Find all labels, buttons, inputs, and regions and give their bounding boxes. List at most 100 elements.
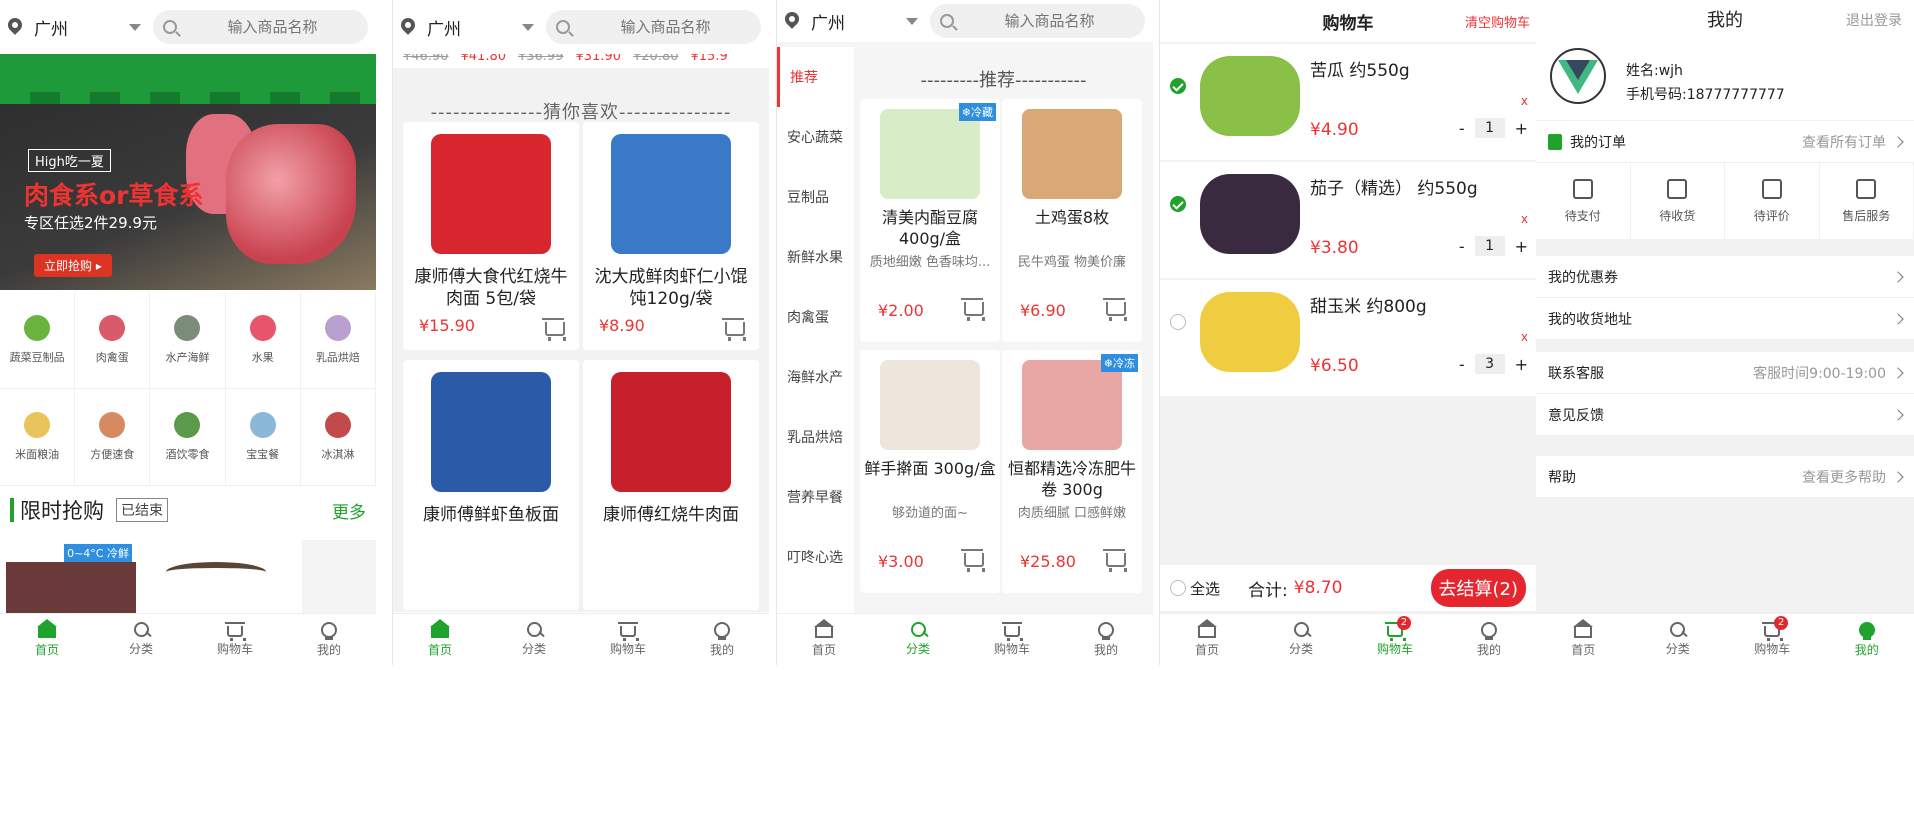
product-card[interactable]: ❄冷藏 清美内酯豆腐400g/盒 质地细嫩 色香味均... ¥2.00 <box>860 99 1000 342</box>
product-card[interactable]: 康师傅红烧牛肉面 <box>583 360 759 610</box>
search-input[interactable] <box>177 18 368 36</box>
search-input[interactable] <box>570 18 761 36</box>
product-card[interactable]: 康师傅大食代红烧牛肉面 5包/袋 ¥15.90 <box>403 122 579 350</box>
quantity-value[interactable]: 1 <box>1474 118 1505 138</box>
product-name: 沈大成鲜肉虾仁小馄饨120g/袋 <box>594 267 748 309</box>
tab-home[interactable]: 首页 <box>1160 614 1254 665</box>
banner-subline: 专区任选2件29.9元 <box>24 214 157 232</box>
product-card[interactable]: 土鸡蛋8枚 民牛鸡蛋 物美价廉 ¥6.90 <box>1002 99 1142 342</box>
tab-mine[interactable]: 我的 <box>675 614 769 665</box>
tab-mine[interactable]: 我的 <box>282 614 376 665</box>
category-item[interactable]: 冰淇淋 <box>300 389 376 486</box>
coupons-row[interactable]: 我的优惠券 <box>1536 256 1914 298</box>
product-card[interactable]: ❄冷冻 恒都精选冷冻肥牛卷 300g 肉质细腻 口感鲜嫩 ¥25.80 <box>1002 350 1142 593</box>
category-item[interactable]: 水果 <box>225 292 301 389</box>
tab-cart[interactable]: 购物车 <box>581 614 675 665</box>
tab-home[interactable]: 首页 <box>0 614 94 665</box>
add-to-cart-button[interactable] <box>722 318 746 341</box>
category-item[interactable]: 宝宝餐 <box>225 389 301 486</box>
add-to-cart-button[interactable] <box>542 318 566 341</box>
sidebar-item[interactable]: 新鲜水果 <box>777 227 854 287</box>
tab-category[interactable]: 分类 <box>871 614 965 665</box>
tab-category[interactable]: 分类 <box>1631 614 1726 665</box>
tab-cart[interactable]: 购物车 <box>188 614 282 665</box>
tab-mine[interactable]: 我的 <box>1442 614 1536 665</box>
address-row[interactable]: 我的收货地址 <box>1536 298 1914 340</box>
add-to-cart-button[interactable] <box>961 298 985 321</box>
flash-item-pork[interactable]: 0~4°C 冷鲜 <box>6 540 136 613</box>
product-card[interactable]: 沈大成鲜肉虾仁小馄饨120g/袋 ¥8.90 <box>583 122 759 350</box>
order-status-item[interactable]: 售后服务 <box>1820 163 1914 239</box>
logout-button[interactable]: 退出登录 <box>1846 10 1902 30</box>
tab-cart[interactable]: 2 购物车 <box>1725 614 1820 665</box>
search-bar[interactable] <box>930 4 1145 38</box>
tab-home[interactable]: 首页 <box>393 614 487 665</box>
order-status-item[interactable]: 待支付 <box>1536 163 1631 239</box>
increment-button[interactable]: + <box>1515 119 1528 138</box>
flash-item-eel[interactable] <box>160 540 270 613</box>
quantity-value[interactable]: 1 <box>1474 236 1505 256</box>
decrement-button[interactable]: - <box>1459 119 1465 138</box>
add-to-cart-button[interactable] <box>1103 298 1127 321</box>
tab-category[interactable]: 分类 <box>94 614 188 665</box>
product-card[interactable]: 鲜手擀面 300g/盒 够劲道的面~ ¥3.00 <box>860 350 1000 593</box>
order-status-item[interactable]: 待收货 <box>1631 163 1725 239</box>
order-status-item[interactable]: 待评价 <box>1725 163 1820 239</box>
location-selector[interactable]: 广州 <box>8 15 153 40</box>
decrement-button[interactable]: - <box>1459 355 1465 374</box>
sidebar-item[interactable]: 乳品烘焙 <box>777 407 854 467</box>
tab-category[interactable]: 分类 <box>1254 614 1348 665</box>
tab-cart[interactable]: 2 购物车 <box>1348 614 1442 665</box>
item-checkbox[interactable] <box>1170 314 1186 330</box>
increment-button[interactable]: + <box>1515 355 1528 374</box>
tab-mine[interactable]: 我的 <box>1820 614 1914 665</box>
decrement-button[interactable]: - <box>1459 237 1465 256</box>
location-selector[interactable]: 广州 <box>785 9 930 34</box>
tab-home[interactable]: 首页 <box>777 614 871 665</box>
location-selector[interactable]: 广州 <box>401 15 546 40</box>
feedback-row[interactable]: 意见反馈 <box>1536 394 1914 436</box>
banner-buy-button[interactable]: 立即抢购 ▸ <box>34 254 112 277</box>
checkout-button[interactable]: 去结算(2) <box>1430 569 1526 607</box>
category-item[interactable]: 方便速食 <box>75 389 151 486</box>
clear-cart-button[interactable]: 清空购物车 <box>1465 12 1530 31</box>
item-checkbox[interactable] <box>1170 78 1186 94</box>
search-bar[interactable] <box>153 10 368 44</box>
add-to-cart-button[interactable] <box>1103 549 1127 572</box>
remove-item-button[interactable]: x <box>1521 212 1528 226</box>
more-link[interactable]: 更多 <box>332 498 366 523</box>
search-input[interactable] <box>954 12 1145 30</box>
service-row[interactable]: 联系客服 客服时间9:00-19:00 <box>1536 352 1914 394</box>
my-orders-row[interactable]: 我的订单 查看所有订单 <box>1536 121 1914 163</box>
promo-banner[interactable]: High吃一夏 肉食系or草食系 专区任选2件29.9元 立即抢购 ▸ <box>0 54 376 290</box>
category-item[interactable]: 水产海鲜 <box>150 292 226 389</box>
category-item[interactable]: 乳品烘焙 <box>300 292 376 389</box>
remove-item-button[interactable]: x <box>1521 94 1528 108</box>
category-item[interactable]: 肉禽蛋 <box>75 292 151 389</box>
category-item[interactable]: 米面粮油 <box>0 389 76 486</box>
sidebar-item[interactable]: 肉禽蛋 <box>777 287 854 347</box>
sidebar-item[interactable]: 安心蔬菜 <box>777 107 854 167</box>
search-bar[interactable] <box>546 10 761 44</box>
add-to-cart-button[interactable] <box>961 549 985 572</box>
flash-item-pack[interactable] <box>302 540 376 613</box>
tab-mine[interactable]: 我的 <box>1059 614 1153 665</box>
sidebar-item[interactable]: 叮咚心选 <box>777 527 854 587</box>
remove-item-button[interactable]: x <box>1521 330 1528 344</box>
tab-category[interactable]: 分类 <box>487 614 581 665</box>
item-checkbox[interactable] <box>1170 196 1186 212</box>
tab-home[interactable]: 首页 <box>1536 614 1631 665</box>
category-item[interactable]: 酒饮零食 <box>150 389 226 486</box>
help-row[interactable]: 帮助 查看更多帮助 <box>1536 456 1914 498</box>
tab-cart[interactable]: 购物车 <box>965 614 1059 665</box>
category-item[interactable]: 蔬菜豆制品 <box>0 292 76 389</box>
sidebar-item[interactable]: 推荐 <box>777 47 854 107</box>
select-all-checkbox[interactable] <box>1170 580 1186 596</box>
category-label: 酒饮零食 <box>165 448 210 461</box>
product-card[interactable]: 康师傅鲜虾鱼板面 <box>403 360 579 610</box>
sidebar-item[interactable]: 营养早餐 <box>777 467 854 527</box>
sidebar-item[interactable]: 豆制品 <box>777 167 854 227</box>
sidebar-item[interactable]: 海鲜水产 <box>777 347 854 407</box>
increment-button[interactable]: + <box>1515 237 1528 256</box>
quantity-value[interactable]: 3 <box>1474 354 1505 374</box>
